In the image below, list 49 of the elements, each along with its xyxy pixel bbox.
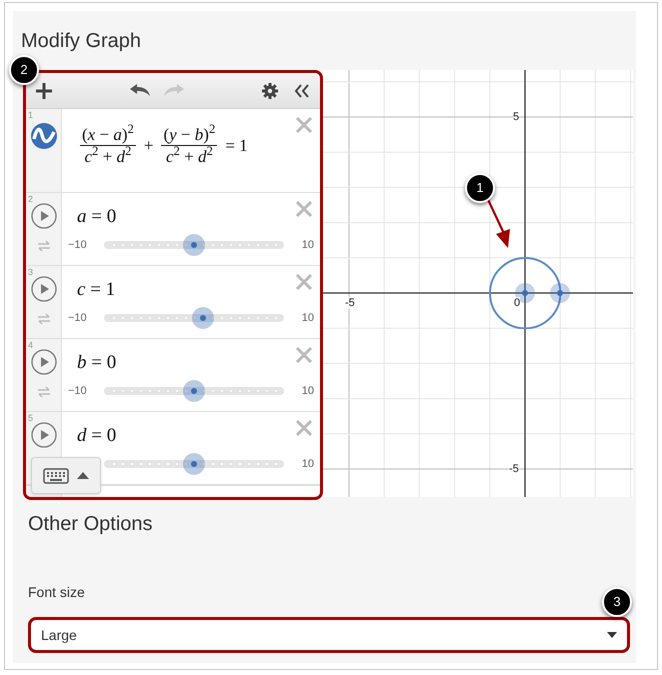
keyboard-button[interactable] [31,457,101,494]
settings-icon[interactable] [262,82,278,98]
undo-icon[interactable] [130,84,150,98]
slider-max: 10 [300,384,314,399]
axis-tick-label: 0 [514,297,520,309]
slider-max: 10 [300,238,314,253]
select-value: Large [41,626,77,645]
font-size-select[interactable]: Large [28,617,630,653]
slider-min: −10 [68,239,87,251]
line-number: 1 [28,110,34,120]
point-marker[interactable] [550,283,570,303]
fraction-numerator: (x − a)$^{2}$ [81,124,135,144]
keyboard-icon [43,468,69,484]
fraction-denominator: c$^{2}$ + d$^{2}$ [83,146,132,168]
fraction-numerator: (y − b)$^{2}$ [162,124,216,144]
axis-tick-label: 5 [513,111,520,123]
caret-up-icon [77,472,89,479]
section-heading: Other Options [28,512,153,536]
play-icon[interactable] [30,203,56,229]
line-number: 3 [28,267,34,277]
slider-min: −10 [68,385,87,397]
fraction-denominator: c$^{2}$ + d$^{2}$ [164,146,214,168]
axis-tick-label: -5 [509,463,519,475]
dropdown-caret-icon [607,632,617,638]
section-heading: Modify Graph [21,29,142,53]
slider-thumb[interactable] [183,234,205,256]
play-icon[interactable] [30,422,56,448]
variable-definition[interactable]: d = 0 [77,424,116,448]
math-operator: = 1 [225,135,248,158]
slider-max: 10 [300,457,314,472]
line-number: 2 [28,194,34,204]
play-icon[interactable] [30,276,56,302]
variable-definition[interactable]: a = 0 [77,205,116,229]
math-operator: + [144,135,154,158]
line-number: 4 [28,340,34,350]
slider-min: −10 [68,312,87,324]
variable-definition[interactable]: b = 0 [77,351,116,375]
axis-tick-label: -5 [345,297,355,309]
collapse-icon[interactable] [294,82,310,98]
slider-max: 10 [300,311,314,326]
line-number: 5 [28,413,34,423]
play-icon[interactable] [30,349,56,375]
slider-thumb[interactable] [183,380,205,402]
variable-definition[interactable]: c = 1 [77,278,116,302]
slider-thumb[interactable] [192,307,214,330]
add-icon[interactable] [36,82,52,98]
field-label: Font size [28,583,85,602]
slider-thumb[interactable] [183,453,205,476]
wave-logo-icon [30,123,56,149]
